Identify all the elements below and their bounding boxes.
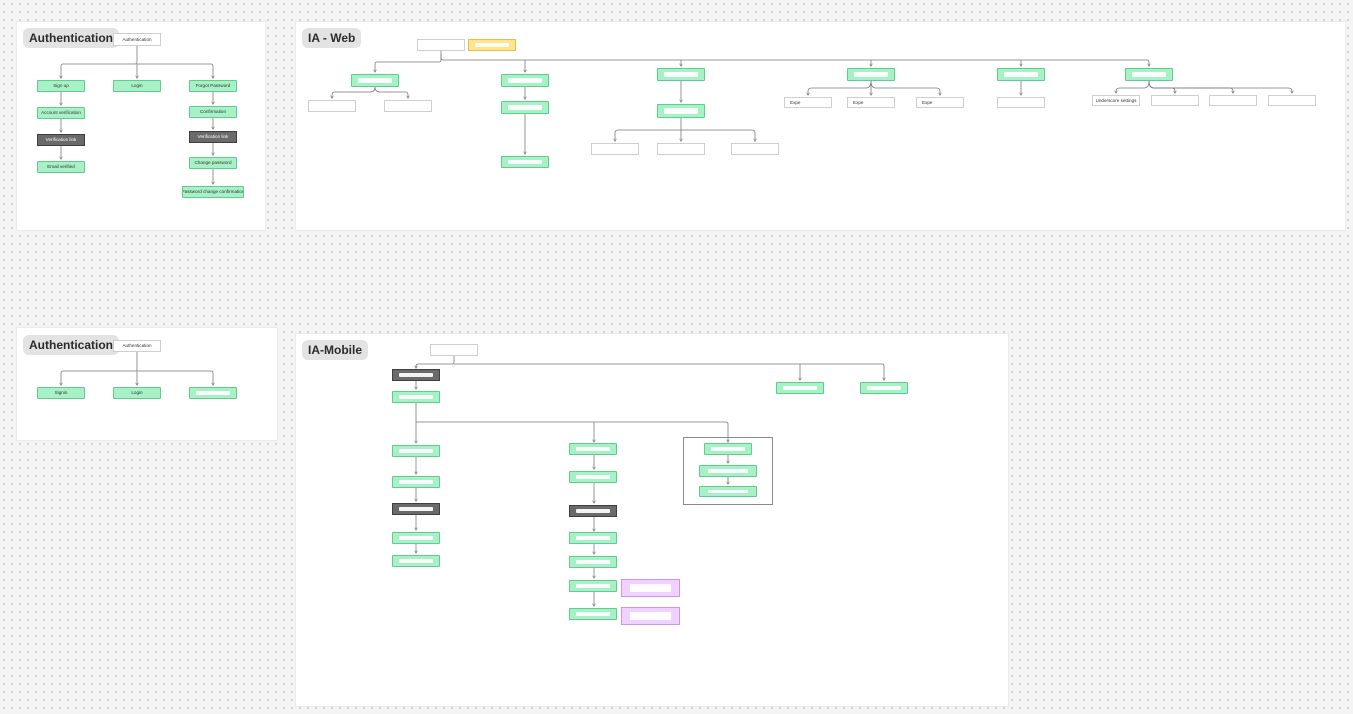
ia-mobile-col2-node-2[interactable]	[569, 471, 617, 483]
auth-web-title: Authentication	[23, 28, 119, 48]
ia-web-branch-3-node[interactable]	[657, 68, 705, 81]
ia-mobile-col2-node-6[interactable]	[569, 580, 617, 592]
ia-mobile-main-node[interactable]	[392, 391, 440, 403]
ia-mobile-col2-node-1[interactable]	[569, 443, 617, 455]
ia-web-branch-2-child-a[interactable]	[501, 101, 549, 114]
ia-web-branch-2-child-b[interactable]	[501, 156, 549, 168]
ia-web-branch-5-node[interactable]	[997, 68, 1045, 81]
ia-web-branch-3-child[interactable]	[657, 104, 705, 118]
ia-mobile-right-node-b[interactable]	[860, 382, 908, 394]
ia-mobile-right-node-a[interactable]	[776, 382, 824, 394]
auth-web-root-node[interactable]: Authentication	[113, 33, 161, 46]
ia-web-branch-6-leaf-c[interactable]	[1209, 95, 1257, 106]
verification-link-2-node[interactable]: Verification link	[189, 131, 237, 143]
ia-web-branch-5-leaf[interactable]	[997, 97, 1045, 108]
ia-mobile-dark-node-1[interactable]	[392, 369, 440, 381]
ia-web-branch-3-leaf-b[interactable]	[657, 143, 705, 155]
ia-web-branch-2-node[interactable]	[501, 74, 549, 87]
auth-mobile-title: Authentication	[23, 335, 119, 355]
ia-web-title: IA - Web	[302, 28, 362, 48]
ia-web-section	[296, 22, 1345, 230]
ia-web-branch-1-node[interactable]	[351, 74, 399, 87]
ia-mobile-root-node[interactable]	[430, 344, 478, 356]
mobile-login-node[interactable]: Login	[113, 387, 161, 399]
ia-web-branch-1-child-a[interactable]	[308, 100, 356, 112]
ia-web-branch-4-node[interactable]	[847, 68, 895, 81]
ia-web-branch-4-leaf-c[interactable]: Expe	[916, 97, 964, 108]
ia-mobile-col3-node-3[interactable]	[699, 486, 757, 497]
ia-mobile-col1-node-5[interactable]	[392, 555, 440, 567]
auth-web-section	[17, 22, 265, 230]
auth-mobile-root-node[interactable]: Authentication	[113, 340, 161, 352]
ia-mobile-col3-node-1[interactable]	[704, 443, 752, 455]
ia-web-branch-3-leaf-a[interactable]	[591, 143, 639, 155]
verification-link-node[interactable]: Verification link	[37, 134, 85, 146]
ia-mobile-col1-node-2[interactable]	[392, 476, 440, 488]
signup-node[interactable]: Sign up	[37, 80, 85, 92]
ia-mobile-col2-node-4[interactable]	[569, 532, 617, 544]
account-verification-node[interactable]: Account verification	[37, 107, 85, 119]
mobile-signup-node[interactable]: Signin	[37, 387, 85, 399]
ia-web-branch-6-leaf-b[interactable]	[1151, 95, 1199, 106]
confirmation-node[interactable]: Confirmation	[189, 106, 237, 118]
ia-web-root-node[interactable]	[417, 39, 465, 51]
mobile-forgot-node[interactable]	[189, 387, 237, 399]
change-password-node[interactable]: Change password	[189, 157, 237, 169]
ia-mobile-col1-node-4[interactable]	[392, 532, 440, 544]
ia-mobile-col2-node-7[interactable]	[569, 608, 617, 620]
ia-web-branch-6-leaf-d[interactable]	[1268, 95, 1316, 106]
ia-mobile-col2-node-3[interactable]	[569, 505, 617, 517]
ia-web-branch-6-node[interactable]	[1125, 68, 1173, 81]
ia-mobile-title: IA-Mobile	[302, 340, 368, 360]
ia-mobile-note-1[interactable]	[621, 579, 680, 597]
forgot-password-node[interactable]: Forgot Password	[189, 80, 237, 92]
ia-web-highlight-node[interactable]	[468, 39, 516, 51]
ia-web-settings-node[interactable]: Underscore settings	[1092, 95, 1140, 106]
ia-web-branch-4-leaf-b[interactable]: Expe	[847, 97, 895, 108]
ia-web-branch-1-child-b[interactable]	[384, 100, 432, 112]
ia-web-branch-3-leaf-c[interactable]	[731, 143, 779, 155]
ia-mobile-note-2[interactable]	[621, 607, 680, 625]
email-verified-node[interactable]: Email verified	[37, 161, 85, 173]
ia-mobile-col1-node-1[interactable]	[392, 445, 440, 457]
ia-web-branch-4-leaf-a[interactable]: Expe	[784, 97, 832, 108]
password-change-confirmation-node[interactable]: Password change confirmation	[182, 186, 244, 198]
ia-mobile-col1-node-3[interactable]	[392, 503, 440, 515]
ia-mobile-col3-node-2[interactable]	[699, 465, 757, 477]
ia-mobile-col2-node-5[interactable]	[569, 556, 617, 568]
login-node[interactable]: Login	[113, 80, 161, 92]
